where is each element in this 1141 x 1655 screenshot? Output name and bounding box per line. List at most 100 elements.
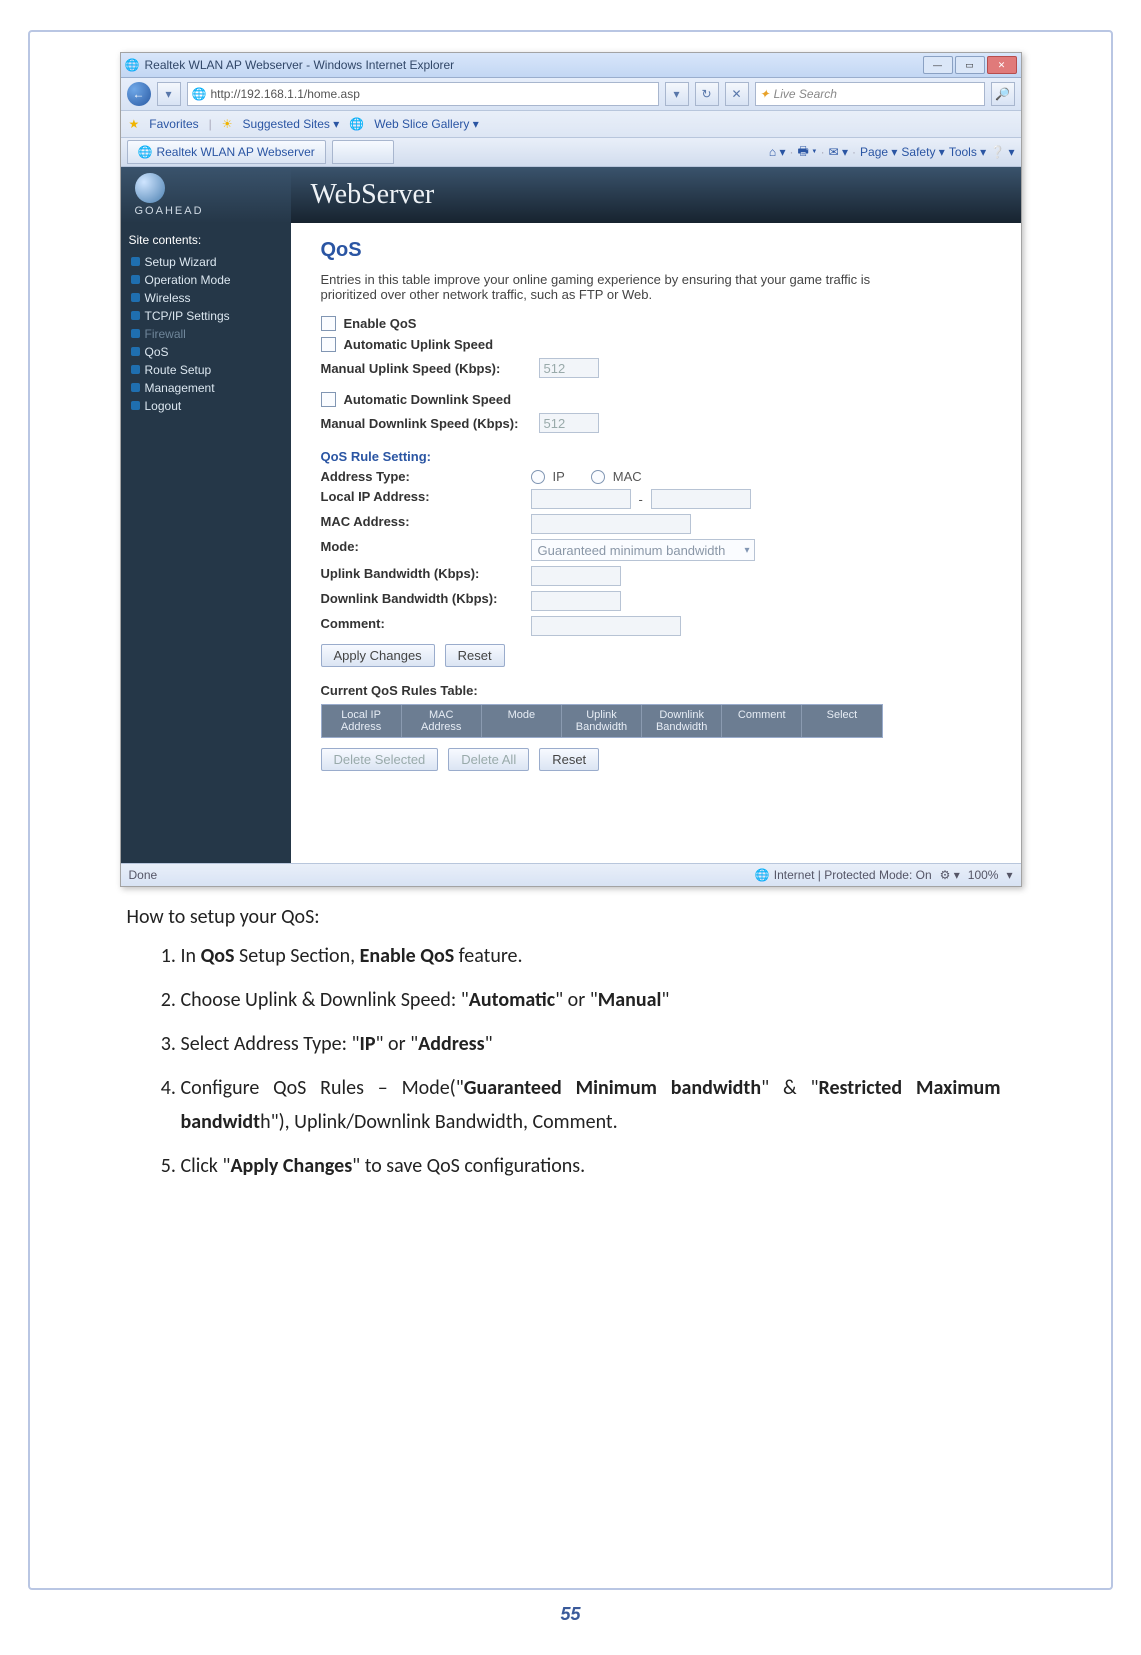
minimize-button[interactable]: — (923, 56, 953, 74)
uplink-bw-input[interactable] (531, 566, 621, 586)
product-title: WebServer (291, 167, 1021, 223)
ip-radio[interactable] (531, 470, 545, 484)
sidebar-item-wireless[interactable]: Wireless (129, 289, 291, 307)
manual-uplink-label: Manual Uplink Speed (Kbps): (321, 361, 531, 376)
suggested-icon: ☀ (222, 117, 233, 131)
help-menu[interactable]: ❔ ▾ (990, 145, 1014, 159)
url-text: http://192.168.1.1/home.asp (210, 87, 359, 101)
sidebar-item-operation-mode[interactable]: Operation Mode (129, 271, 291, 289)
home-menu[interactable]: ⌂ ▾ (769, 145, 786, 159)
reset-table-button[interactable]: Reset (539, 748, 599, 771)
maximize-button[interactable]: ▭ (955, 56, 985, 74)
browser-window: 🌐 Realtek WLAN AP Webserver - Windows In… (120, 52, 1022, 887)
apply-changes-button[interactable]: Apply Changes (321, 644, 435, 667)
feed-menu[interactable]: 🖶 ▾ (798, 142, 817, 163)
stop-button[interactable]: ✕ (725, 82, 749, 106)
mode-select[interactable]: Guaranteed minimum bandwidth (531, 539, 755, 561)
tools-menu[interactable]: Tools ▾ (949, 145, 986, 159)
mac-label: MAC (613, 469, 642, 484)
rule-setting-title: QoS Rule Setting: (321, 449, 997, 464)
status-bar: Done 🌐 Internet | Protected Mode: On ⚙ ▾… (121, 863, 1021, 886)
instructions-lead: How to setup your QoS: (127, 905, 1021, 929)
comment-label: Comment: (321, 616, 531, 636)
favorites-label[interactable]: Favorites (149, 117, 198, 131)
local-ip-to[interactable] (651, 489, 751, 509)
back-button[interactable]: ← (127, 82, 151, 106)
web-slice-gallery[interactable]: Web Slice Gallery ▾ (374, 117, 479, 131)
comment-input[interactable] (531, 616, 681, 636)
sidebar-item-logout[interactable]: Logout (129, 397, 291, 415)
page-menu[interactable]: Page ▾ (860, 145, 897, 159)
window-titlebar: 🌐 Realtek WLAN AP Webserver - Windows In… (121, 53, 1021, 78)
delete-selected-button[interactable]: Delete Selected (321, 748, 439, 771)
downlink-bw-input[interactable] (531, 591, 621, 611)
th-mode: Mode (482, 705, 562, 737)
zoom-value[interactable]: 100% (968, 868, 999, 882)
main-panel: QoS Entries in this table improve your o… (291, 223, 1021, 863)
th-downlink: Downlink Bandwidth (642, 705, 722, 737)
auto-uplink-checkbox[interactable] (321, 337, 336, 352)
sidebar-item-route-setup[interactable]: Route Setup (129, 361, 291, 379)
ip-dash: - (639, 492, 643, 507)
ip-label: IP (553, 469, 565, 484)
step-5: Click "Apply Changes" to save QoS config… (181, 1149, 1021, 1183)
rules-table: Local IP Address MAC Address Mode Uplink… (321, 704, 883, 738)
manual-uplink-input[interactable]: 512 (539, 358, 599, 378)
page-description: Entries in this table improve your onlin… (321, 272, 881, 302)
mac-radio[interactable] (591, 470, 605, 484)
zone-icon: 🌐 (755, 868, 770, 882)
sidebar-item-tcpip-settings[interactable]: TCP/IP Settings (129, 307, 291, 325)
th-uplink: Uplink Bandwidth (562, 705, 642, 737)
enable-qos-label: Enable QoS (344, 316, 417, 331)
sidebar-title: Site contents: (129, 233, 291, 247)
auto-downlink-checkbox[interactable] (321, 392, 336, 407)
th-comment: Comment (722, 705, 802, 737)
enable-qos-checkbox[interactable] (321, 316, 336, 331)
local-ip-from[interactable] (531, 489, 631, 509)
mac-address-label: MAC Address: (321, 514, 531, 534)
status-done: Done (129, 868, 158, 882)
local-ip-label: Local IP Address: (321, 489, 531, 509)
tab-icon: 🌐 (138, 145, 153, 159)
delete-all-button[interactable]: Delete All (448, 748, 529, 771)
reset-button[interactable]: Reset (445, 644, 505, 667)
mac-address-input[interactable] (531, 514, 691, 534)
page-number: 55 (0, 1604, 1141, 1625)
zone-label: Internet | Protected Mode: On (774, 868, 932, 882)
window-title: Realtek WLAN AP Webserver - Windows Inte… (145, 58, 923, 72)
page-icon: 🌐 (192, 87, 207, 101)
tab-webserver[interactable]: 🌐 Realtek WLAN AP Webserver (127, 140, 326, 164)
url-dropdown[interactable]: ▾ (665, 82, 689, 106)
zoom-splitter[interactable]: ⚙ ▾ (940, 868, 960, 882)
globe-icon (135, 173, 165, 203)
forward-button[interactable]: ▾ (157, 82, 181, 106)
favorites-star-icon[interactable]: ★ (129, 117, 140, 131)
suggested-sites[interactable]: Suggested Sites ▾ (243, 117, 340, 131)
sidebar-item-firewall[interactable]: Firewall (129, 325, 291, 343)
sidebar-item-qos[interactable]: QoS (129, 343, 291, 361)
close-button[interactable]: ✕ (987, 56, 1017, 74)
downlink-bw-label: Downlink Bandwidth (Kbps): (321, 591, 531, 611)
sidebar-item-setup-wizard[interactable]: Setup Wizard (129, 253, 291, 271)
mode-label: Mode: (321, 539, 531, 561)
instructions-block: How to setup your QoS: In QoS Setup Sect… (121, 905, 1021, 1183)
search-go-button[interactable]: 🔎 (991, 82, 1015, 106)
th-mac: MAC Address (402, 705, 482, 737)
tab-label: Realtek WLAN AP Webserver (156, 145, 314, 159)
manual-downlink-input[interactable]: 512 (539, 413, 599, 433)
uplink-bw-label: Uplink Bandwidth (Kbps): (321, 566, 531, 586)
step-1: In QoS Setup Section, Enable QoS feature… (181, 939, 1021, 973)
refresh-button[interactable]: ↻ (695, 82, 719, 106)
search-provider-icon: ✦ (760, 87, 770, 101)
new-tab[interactable] (332, 140, 394, 164)
auto-uplink-label: Automatic Uplink Speed (344, 337, 494, 352)
mail-menu[interactable]: ✉ ▾ (829, 145, 848, 159)
zoom-dropdown[interactable]: ▾ (1006, 868, 1012, 882)
search-provider: Live Search (774, 87, 837, 101)
safety-menu[interactable]: Safety ▾ (901, 145, 944, 159)
sidebar-item-management[interactable]: Management (129, 379, 291, 397)
search-box[interactable]: ✦ Live Search (755, 82, 985, 106)
th-local-ip: Local IP Address (322, 705, 402, 737)
goahead-label: GOAHEAD (135, 205, 291, 217)
address-bar[interactable]: 🌐 http://192.168.1.1/home.asp (187, 82, 659, 106)
